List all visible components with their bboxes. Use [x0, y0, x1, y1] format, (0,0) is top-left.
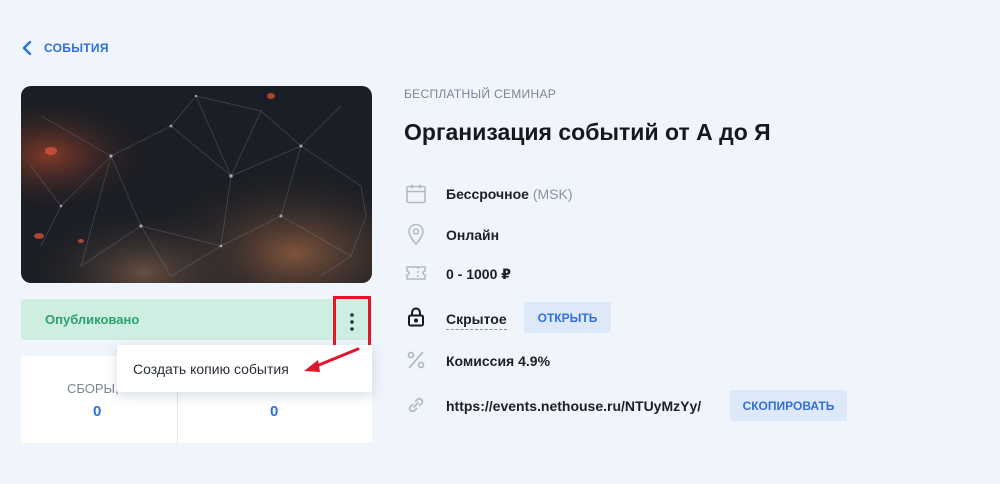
event-cover-image — [21, 86, 372, 283]
event-url[interactable]: https://events.nethouse.ru/NTUyMzYy/ — [446, 398, 701, 414]
visibility-value[interactable]: Скрытое — [446, 311, 507, 330]
map-pin-icon — [404, 222, 428, 246]
chevron-left-icon — [22, 41, 32, 55]
open-event-button[interactable]: ОТКРЫТЬ — [524, 302, 611, 333]
copy-event-menu-item[interactable]: Создать копию события — [133, 361, 289, 377]
lock-icon — [404, 305, 428, 329]
timezone-label: (MSK) — [532, 186, 573, 202]
back-link[interactable]: СОБЫТИЯ — [22, 41, 109, 55]
schedule-info: Бессрочное (MSK) — [446, 186, 572, 202]
ticket-icon — [404, 261, 428, 285]
calendar-icon — [404, 182, 428, 206]
copy-link-button[interactable]: СКОПИРОВАТЬ — [730, 390, 847, 421]
commission-label: Комиссия 4.9% — [446, 353, 551, 369]
event-title: Организация событий от А до Я — [404, 119, 771, 145]
back-link-label: СОБЫТИЯ — [44, 41, 109, 55]
annotation-arrow-icon — [304, 347, 360, 372]
visibility-label[interactable]: Скрытое — [446, 311, 507, 330]
more-options-button[interactable] — [333, 296, 371, 348]
kebab-vertical-icon — [350, 313, 354, 331]
event-type: БЕСПЛАТНЫЙ СЕМИНАР — [404, 87, 557, 101]
location-label: Онлайн — [446, 227, 500, 243]
stat-value-fees: 0 — [93, 403, 102, 420]
price-label: 0 - 1000 ₽ — [446, 266, 512, 282]
percent-icon — [404, 348, 428, 372]
stat-label-fees: СБОРЫ, — [67, 381, 119, 396]
schedule-label: Бессрочное — [446, 186, 529, 202]
link-icon — [404, 393, 428, 417]
status-bar: Опубликовано — [21, 299, 372, 340]
status-badge: Опубликовано — [45, 312, 140, 327]
stat-value-second: 0 — [270, 403, 279, 420]
